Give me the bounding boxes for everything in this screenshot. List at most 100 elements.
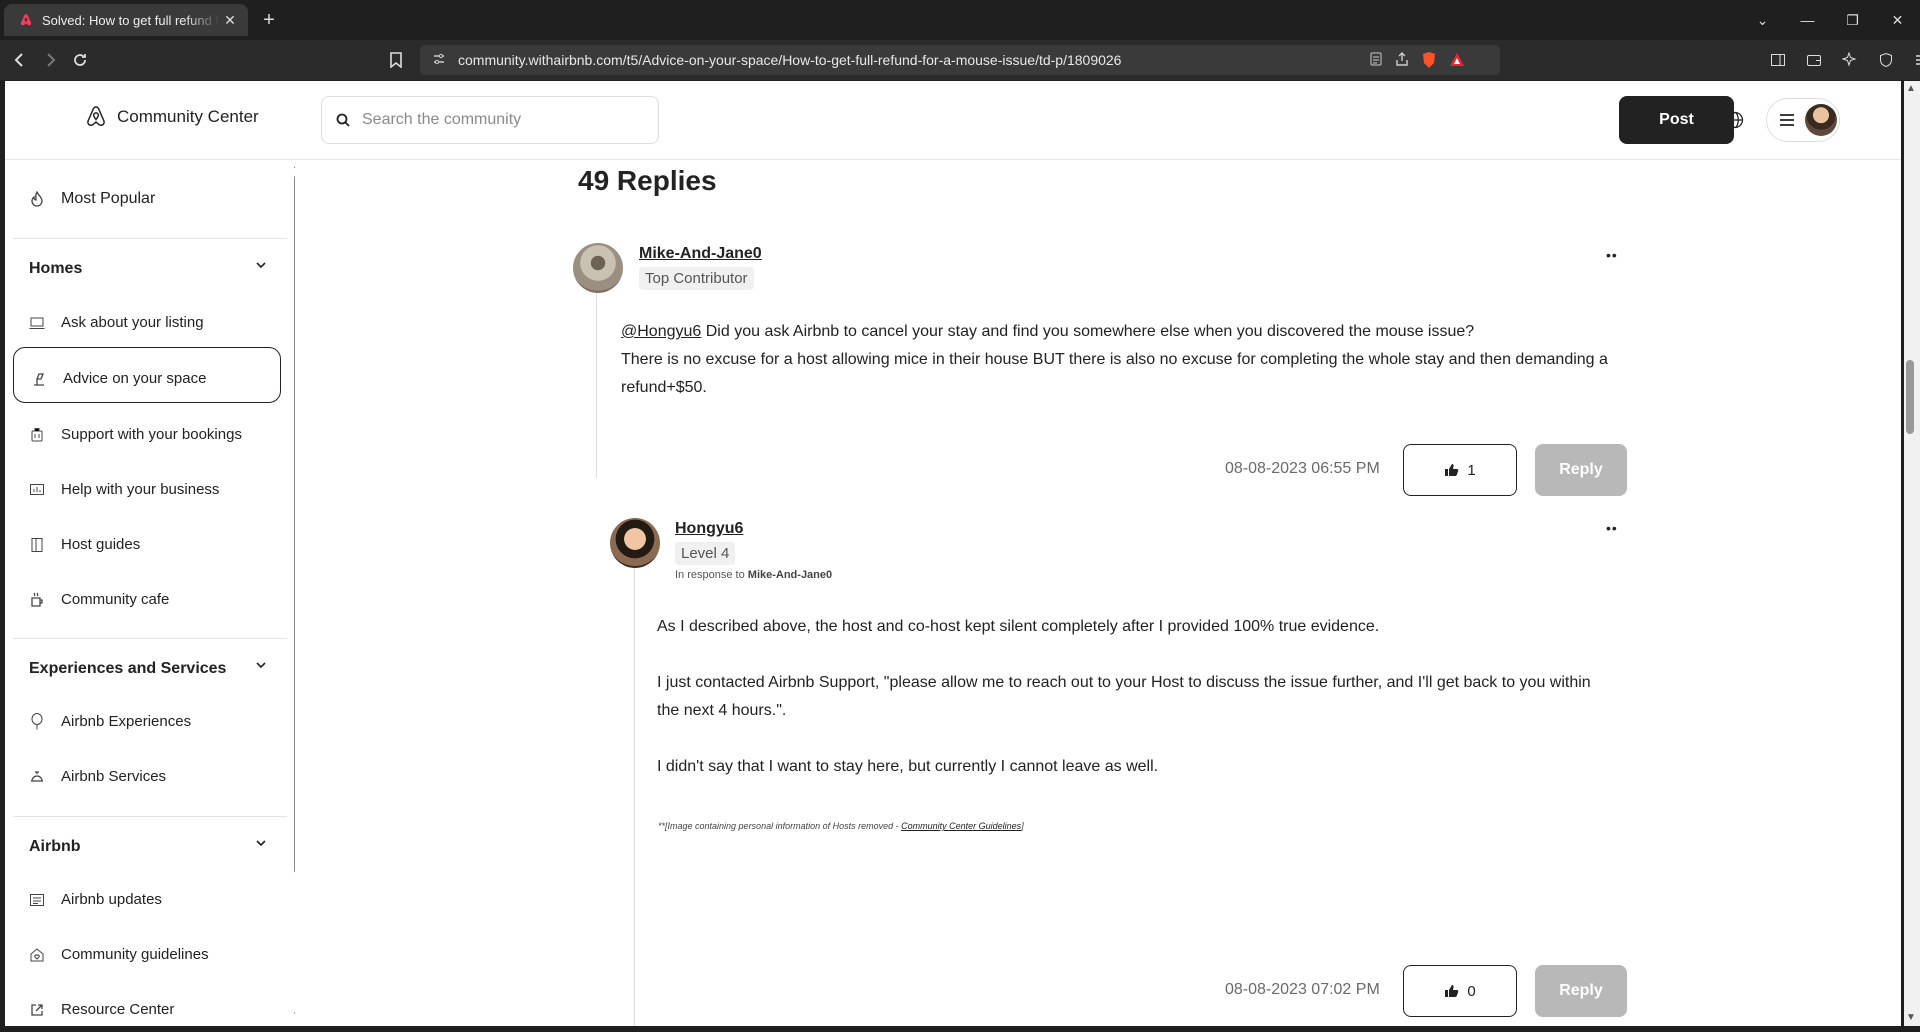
globe-icon[interactable] xyxy=(1723,108,1747,132)
kudos-button[interactable]: 0 xyxy=(1403,965,1517,1017)
kudos-count: 0 xyxy=(1467,982,1476,1000)
sidebar-item-airbnb-experiences[interactable]: Airbnb Experiences xyxy=(29,712,192,730)
post-button[interactable]: Post xyxy=(1619,96,1734,144)
post-paragraph: I just contacted Airbnb Support, "please… xyxy=(657,669,1657,725)
url-text: community.withairbnb.com/t5/Advice-on-yo… xyxy=(458,52,1122,68)
more-options-icon[interactable]: •• xyxy=(1606,247,1618,263)
reader-mode-icon[interactable] xyxy=(1368,51,1384,72)
rank-badge: Level 4 xyxy=(675,542,736,565)
airbnb-logo-icon xyxy=(18,12,34,28)
post-timestamp: 08-08-2023 06:55 PM xyxy=(1225,460,1380,477)
sidebar-item-support-bookings[interactable]: Support with your bookings xyxy=(29,426,242,443)
share-icon[interactable] xyxy=(1394,51,1410,72)
sidebar-item-community-guidelines[interactable]: Community guidelines xyxy=(29,946,209,963)
restore-icon[interactable]: ❐ xyxy=(1830,0,1875,40)
note-text: ] xyxy=(1021,821,1024,831)
sidebar-item-help-business[interactable]: Help with your business xyxy=(29,481,219,498)
search-input[interactable] xyxy=(360,110,658,130)
scroll-up-arrow-icon[interactable]: ▲ xyxy=(292,160,295,171)
flame-icon xyxy=(29,191,45,207)
post-body: As I described above, the host and co-ho… xyxy=(657,613,1657,781)
site-settings-icon[interactable] xyxy=(432,52,446,69)
sidebar-item-ask-listing[interactable]: Ask about your listing xyxy=(29,314,204,331)
forward-icon[interactable] xyxy=(38,48,62,72)
replies-heading: 49 Replies xyxy=(578,165,717,196)
page-scrollbar-thumb[interactable] xyxy=(1906,360,1914,434)
scroll-down-arrow-icon[interactable]: ▼ xyxy=(1906,1012,1916,1023)
sidebar-item-label: Airbnb Experiences xyxy=(61,713,192,730)
close-tab-icon[interactable]: ✕ xyxy=(220,12,240,29)
user-avatar xyxy=(1805,104,1837,136)
browser-tab[interactable]: Solved: How to get full refund fo ✕ xyxy=(4,4,248,36)
sidebar-item-community-cafe[interactable]: Community cafe xyxy=(29,591,169,608)
post-paragraph: As I described above, the host and co-ho… xyxy=(657,618,1380,635)
reply-button[interactable]: Reply xyxy=(1535,965,1627,1017)
sidebar-item-resource-center[interactable]: Resource Center xyxy=(29,1001,174,1018)
sidebar-item-most-popular[interactable]: Most Popular xyxy=(29,190,155,208)
coffee-cup-icon xyxy=(29,592,45,608)
sidebar-item-label: Host guides xyxy=(61,536,141,553)
post-text: Did you ask Airbnb to cancel your stay a… xyxy=(701,323,1475,340)
section-heading-experiences[interactable]: Experiences and Services xyxy=(29,660,226,678)
web-page: Community Center Post ▲ ▼ Most Popular H… xyxy=(5,81,1901,1026)
wallet-icon[interactable] xyxy=(1802,48,1826,72)
reply-button[interactable]: Reply xyxy=(1535,444,1627,496)
back-icon[interactable] xyxy=(8,48,32,72)
sidebar-scrollbar[interactable] xyxy=(294,174,295,874)
post-text: There is no excuse for a host allowing m… xyxy=(621,351,1608,368)
rank-badge: Top Contributor xyxy=(639,267,754,290)
sidebar-item-airbnb-updates[interactable]: Airbnb updates xyxy=(29,891,162,908)
brave-rewards-icon[interactable] xyxy=(1448,51,1466,72)
guidelines-link[interactable]: Community Center Guidelines xyxy=(901,821,1021,831)
chevron-down-icon[interactable] xyxy=(255,658,267,676)
author-name[interactable]: Hongyu6 xyxy=(675,520,743,538)
mention-link[interactable]: @Hongyu6 xyxy=(621,323,701,340)
section-heading-airbnb[interactable]: Airbnb xyxy=(29,838,81,856)
close-window-icon[interactable]: ✕ xyxy=(1875,0,1920,40)
page-scrollbar[interactable] xyxy=(1904,81,1920,1026)
sidebar-item-label: Advice on your space xyxy=(63,370,207,387)
divider xyxy=(13,816,287,817)
section-heading-homes[interactable]: Homes xyxy=(29,260,82,278)
sidebar-item-host-guides[interactable]: Host guides xyxy=(29,536,140,553)
tab-title: Solved: How to get full refund fo xyxy=(42,12,220,28)
scroll-down-arrow-icon[interactable]: ▼ xyxy=(292,1010,295,1021)
sidebar-item-label: Ask about your listing xyxy=(61,314,204,331)
browser-menu-icon[interactable] xyxy=(1910,48,1920,72)
thread-line xyxy=(634,521,635,1026)
book-icon xyxy=(29,537,45,553)
sidebar-item-advice-space[interactable]: Advice on your space xyxy=(31,370,206,387)
brave-shields-icon[interactable] xyxy=(1420,51,1438,72)
new-tab-button[interactable]: + xyxy=(256,7,282,33)
vpn-shield-icon[interactable] xyxy=(1874,48,1898,72)
scroll-up-arrow-icon[interactable]: ▲ xyxy=(1906,83,1916,94)
search-box[interactable] xyxy=(321,96,659,144)
sidebar-toggle-icon[interactable] xyxy=(1766,48,1790,72)
tab-search-icon[interactable]: ⌄ xyxy=(1740,0,1785,40)
post-text: refund+$50. xyxy=(621,379,707,396)
avatar[interactable] xyxy=(610,518,660,568)
leo-ai-icon[interactable] xyxy=(1838,48,1862,72)
avatar[interactable] xyxy=(573,243,623,293)
in-response-label: In response to xyxy=(675,569,748,581)
sidebar-item-label: Support with your bookings xyxy=(61,426,242,443)
author-name[interactable]: Mike-And-Jane0 xyxy=(639,245,762,263)
in-response-author-link[interactable]: Mike-And-Jane0 xyxy=(748,569,832,581)
chevron-down-icon[interactable] xyxy=(255,258,267,276)
site-header: Community Center Post xyxy=(5,81,1901,160)
kudos-button[interactable]: 1 xyxy=(1403,444,1517,496)
divider xyxy=(13,638,287,639)
chevron-down-icon[interactable] xyxy=(255,836,267,854)
bookmark-icon[interactable] xyxy=(384,48,408,72)
more-options-icon[interactable]: •• xyxy=(1606,520,1618,536)
sidebar-item-airbnb-services[interactable]: Airbnb Services xyxy=(29,768,166,785)
airbnb-logo-icon xyxy=(87,106,105,126)
reload-icon[interactable] xyxy=(68,48,92,72)
brand-name: Community Center xyxy=(117,107,259,126)
sidebar-item-label: Most Popular xyxy=(61,190,156,207)
user-menu-button[interactable] xyxy=(1766,98,1840,142)
minimize-icon[interactable]: — xyxy=(1785,0,1830,40)
post-timestamp: 08-08-2023 07:02 PM xyxy=(1225,981,1380,998)
address-bar[interactable]: community.withairbnb.com/t5/Advice-on-yo… xyxy=(420,45,1500,75)
brand-link[interactable]: Community Center xyxy=(85,105,259,129)
